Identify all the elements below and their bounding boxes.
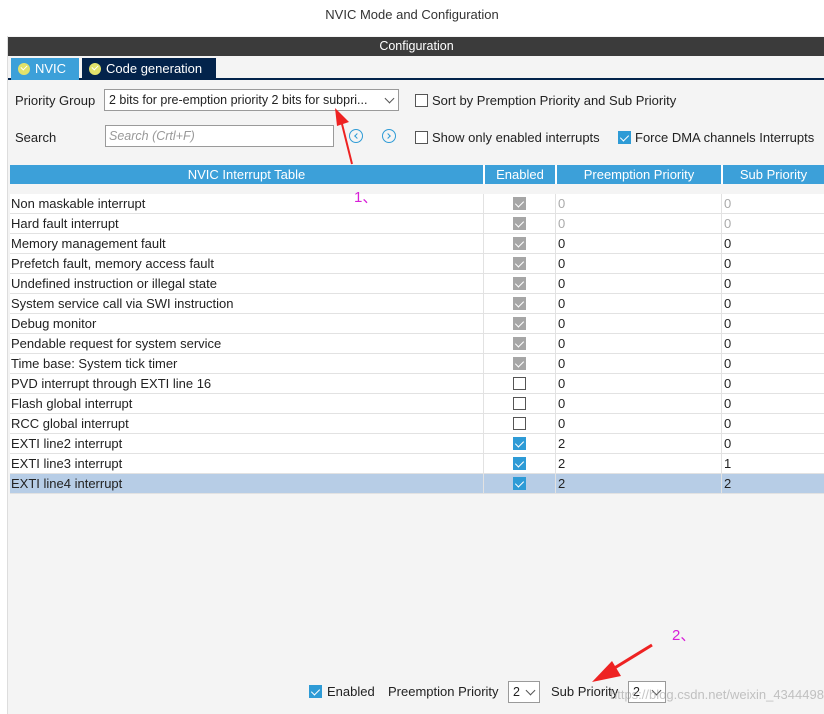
- annotation-arrow-two: [592, 643, 653, 682]
